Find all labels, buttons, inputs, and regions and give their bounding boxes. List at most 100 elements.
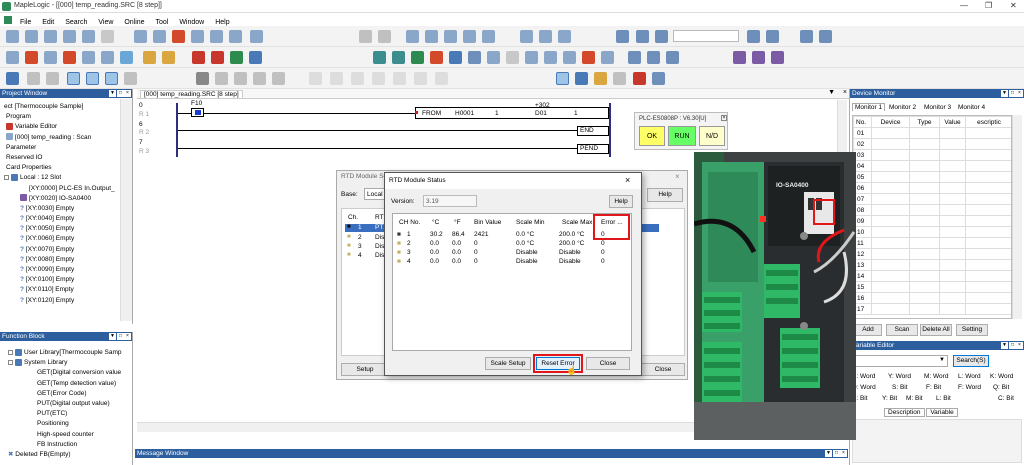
device-type-button[interactable]: M: Bit	[906, 395, 923, 402]
tab-monitor-3[interactable]: Monitor 3	[924, 104, 951, 111]
play-icon[interactable]	[556, 72, 569, 85]
close-panel-icon[interactable]: ×	[1016, 342, 1023, 349]
comment-icon[interactable]	[6, 51, 19, 64]
new-icon[interactable]	[6, 30, 19, 43]
device-type-button[interactable]: Y: Word	[888, 373, 911, 380]
tree-item[interactable]: GET(Error Code)	[2, 389, 128, 399]
line-v-icon[interactable]	[330, 72, 343, 85]
scale-setup-button[interactable]: Scale Setup	[485, 357, 531, 370]
rtd-status-close-button[interactable]: Close	[586, 357, 630, 370]
tab-monitor-1[interactable]: Monitor 1	[852, 103, 886, 111]
chart-icon[interactable]	[249, 51, 262, 64]
upload-icon[interactable]	[482, 30, 495, 43]
tree-item[interactable]: PUT(Digital output value)	[2, 399, 128, 409]
scan-button[interactable]: Scan	[886, 324, 918, 336]
tree-item[interactable]: ? [XY:0090] Empty	[2, 265, 120, 275]
from-instruction[interactable]	[415, 107, 609, 119]
restore-panel-icon[interactable]: □	[117, 333, 124, 340]
table-row[interactable]: 05	[853, 171, 1011, 183]
menu-help[interactable]: Help	[215, 19, 229, 26]
project-scrollbar[interactable]	[120, 99, 132, 321]
replace-icon[interactable]	[210, 30, 223, 43]
tree-item[interactable]: ? [XY:0050] Empty	[2, 224, 120, 234]
paste-icon[interactable]	[153, 30, 166, 43]
pend-instruction[interactable]: PEND	[577, 144, 609, 154]
tree-item[interactable]: Local : 12 Slot	[2, 173, 120, 183]
tree-item[interactable]: GET(Temp detection value)	[2, 379, 128, 389]
tree-item[interactable]: ? [XY:0060] Empty	[2, 234, 120, 244]
rtd-status-help-button[interactable]: Help	[609, 195, 633, 208]
table-row[interactable]: 03	[853, 149, 1011, 161]
cut-rung-icon[interactable]	[25, 51, 38, 64]
tab-monitor-2[interactable]: Monitor 2	[889, 104, 916, 111]
cross-ref-icon[interactable]	[101, 51, 114, 64]
view2-icon[interactable]	[86, 72, 99, 85]
tree-icon[interactable]	[6, 72, 19, 85]
line-h-icon[interactable]	[309, 72, 322, 85]
list-icon[interactable]	[563, 51, 576, 64]
menu-view[interactable]: View	[98, 19, 113, 26]
remove-icon[interactable]	[63, 51, 76, 64]
tree-item[interactable]: Reserved IO	[2, 153, 120, 163]
coil-set-icon[interactable]	[372, 72, 385, 85]
ladder-tab[interactable]: [000] temp_reading.SRC [8 step]	[140, 90, 243, 99]
cut-icon[interactable]	[134, 30, 147, 43]
database-icon[interactable]	[468, 51, 481, 64]
tab-list-icon[interactable]: ▼	[828, 89, 835, 96]
grid-icon[interactable]	[506, 51, 519, 64]
setting-button[interactable]: Setting	[956, 324, 988, 336]
table-row[interactable]: 07	[853, 193, 1011, 205]
undo-icon[interactable]	[359, 30, 372, 43]
table-row[interactable]: 01	[853, 127, 1011, 139]
screen-icon[interactable]	[120, 51, 133, 64]
view3-icon[interactable]	[105, 72, 118, 85]
page-icon[interactable]	[525, 51, 538, 64]
rtd-setup-close-button[interactable]: Close	[641, 363, 685, 376]
gear-icon[interactable]	[449, 51, 462, 64]
stop-red-icon[interactable]	[192, 51, 205, 64]
coil-icon[interactable]	[143, 51, 156, 64]
save-all-icon[interactable]	[63, 30, 76, 43]
device-type-button[interactable]: L: Word	[958, 373, 981, 380]
close-panel-icon[interactable]: ×	[124, 333, 131, 340]
device-type-button[interactable]: K: Word	[990, 373, 1013, 380]
tree-item[interactable]: ? [XY:0040] Empty	[2, 214, 120, 224]
tree-item[interactable]: Variable Editor	[2, 122, 120, 132]
run-icon[interactable]	[539, 30, 552, 43]
coil-out-icon[interactable]	[351, 72, 364, 85]
status-row[interactable]: ■ 3 0.0 0.0 0 Disable Disable 0	[393, 249, 633, 258]
restore-panel-icon[interactable]: □	[1009, 342, 1016, 349]
wrench-icon[interactable]	[601, 51, 614, 64]
status-row[interactable]: ■ 2 0.0 0.0 0 0.0 °C 200.0 °C 0	[393, 240, 633, 249]
force-icon[interactable]	[211, 51, 224, 64]
online-icon[interactable]	[520, 30, 533, 43]
menu-online[interactable]: Online	[124, 19, 144, 26]
pin-icon[interactable]: ▼	[825, 450, 832, 457]
contact-p-icon[interactable]	[253, 72, 266, 85]
tree-item[interactable]: ? [XY:0030] Empty	[2, 204, 120, 214]
find-device-icon[interactable]	[628, 51, 641, 64]
view4-icon[interactable]	[124, 72, 137, 85]
module2-icon[interactable]	[752, 51, 765, 64]
tree-item[interactable]: ? [XY:0080] Empty	[2, 255, 120, 265]
search-prev-icon[interactable]	[655, 30, 668, 43]
tree-item[interactable]: User Library[Thermocouple Samp	[2, 348, 128, 358]
restore-panel-icon[interactable]: □	[117, 90, 124, 97]
device-type-button[interactable]: F: Bit	[926, 384, 941, 391]
delete-icon[interactable]	[172, 30, 185, 43]
tree-item[interactable]: ✖ Deleted FB(Empty)	[2, 450, 128, 460]
table-row[interactable]: 11	[853, 237, 1011, 249]
monitor-scrollbar[interactable]	[1012, 115, 1022, 319]
view1-icon[interactable]	[67, 72, 80, 85]
open-icon[interactable]	[25, 30, 38, 43]
table-row[interactable]: 15	[853, 281, 1011, 293]
tree-item[interactable]: [000] temp_reading : Scan	[2, 133, 120, 143]
pencil-icon[interactable]	[594, 72, 607, 85]
alarm-icon[interactable]	[430, 51, 443, 64]
goto-icon[interactable]	[747, 30, 760, 43]
zoom-out-icon[interactable]	[819, 30, 832, 43]
print-icon[interactable]	[229, 30, 242, 43]
step-icon[interactable]	[575, 72, 588, 85]
tree-item[interactable]: ? [XY:0070] Empty	[2, 245, 120, 255]
compile-icon[interactable]	[444, 30, 457, 43]
